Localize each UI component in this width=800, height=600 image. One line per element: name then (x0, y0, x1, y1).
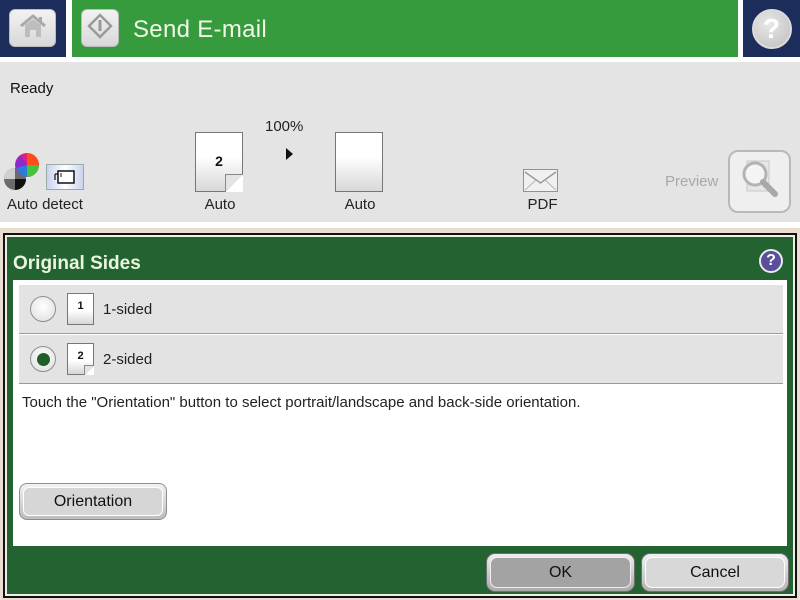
preview-button[interactable] (728, 150, 791, 213)
radio-button[interactable] (30, 296, 56, 322)
original-type-icon (46, 164, 84, 190)
dialog-backdrop: Original Sides ? 1 1-sided 2 2-sided Tou… (0, 228, 800, 600)
original-sides-dialog: Original Sides ? 1 1-sided 2 2-sided Tou… (3, 233, 797, 598)
arrow-right-icon (286, 148, 293, 160)
settings-panel: Ready Auto detect 2 Auto 100% Auto PDF P… (0, 62, 800, 222)
blank-page-icon (335, 132, 383, 192)
color-mode-label: Auto detect (7, 196, 83, 213)
title-bar: Send E-mail (72, 0, 738, 57)
output-sides-label: Auto (344, 196, 376, 213)
cancel-button[interactable]: Cancel (641, 553, 789, 592)
magnifier-icon (737, 156, 783, 207)
color-wheel-icon (2, 152, 42, 192)
orientation-button[interactable]: Orientation (19, 483, 167, 520)
home-icon (18, 13, 48, 44)
dialog-title: Original Sides (13, 253, 141, 274)
option-1-sided[interactable]: 1 1-sided (19, 285, 783, 334)
home-button[interactable] (9, 9, 56, 47)
two-sided-page-icon: 2 (67, 343, 94, 375)
envelope-icon (523, 169, 558, 192)
page-title: Send E-mail (133, 16, 268, 43)
help-icon[interactable]: ? (759, 249, 783, 273)
status-text: Ready (10, 80, 54, 97)
help-icon[interactable]: ? (751, 8, 792, 49)
dialog-content: 1 1-sided 2 2-sided Touch the "Orientati… (13, 280, 787, 546)
option-label: 1-sided (103, 300, 153, 318)
start-button[interactable] (81, 9, 119, 47)
start-diamond-icon (87, 12, 113, 44)
option-label: 2-sided (103, 350, 153, 368)
one-sided-page-icon: 1 (67, 293, 94, 325)
two-sided-page-icon: 2 (195, 132, 243, 192)
radio-button-selected[interactable] (30, 346, 56, 372)
original-sides-label: Auto (204, 196, 236, 213)
option-2-sided[interactable]: 2 2-sided (19, 335, 783, 384)
hint-text: Touch the "Orientation" button to select… (22, 394, 581, 411)
home-tile (0, 0, 66, 57)
preview-label: Preview (665, 173, 719, 190)
help-tile: ? (743, 0, 800, 57)
ok-button[interactable]: OK (486, 553, 635, 592)
scale-value: 100% (265, 118, 304, 135)
file-type-label: PDF (527, 196, 558, 213)
screen: Send E-mail ? Ready Auto detect 2 Auto 1… (0, 0, 800, 600)
